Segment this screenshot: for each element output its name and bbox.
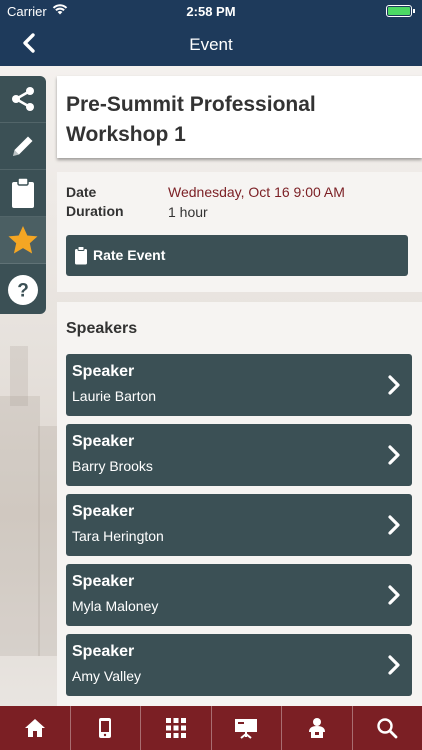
speaker-name: Amy Valley [72, 668, 141, 684]
rate-event-label: Rate Event [93, 247, 166, 263]
share-button[interactable] [0, 76, 46, 123]
page-title: Event [189, 35, 233, 54]
duration-value: 1 hour [168, 204, 208, 220]
speaker-row[interactable]: Speaker Tara Herington [66, 494, 412, 556]
speaker-row[interactable]: Speaker Barry Brooks [66, 424, 412, 486]
chevron-right-icon [388, 445, 400, 465]
event-title-card: Pre-Summit Professional Workshop 1 [57, 76, 422, 158]
share-icon [12, 87, 34, 111]
chevron-right-icon [388, 655, 400, 675]
speaker-name: Barry Brooks [72, 458, 153, 474]
event-details-panel: Date Wednesday, Oct 16 9:00 AM Duration … [57, 172, 422, 292]
bottom-tab-bar [0, 706, 422, 750]
speaker-role: Speaker [72, 363, 135, 380]
help-icon: ? [8, 274, 38, 305]
chevron-right-icon [388, 515, 400, 535]
speaker-name: Tara Herington [72, 528, 164, 544]
presentation-icon [235, 719, 258, 739]
speaker-role: Speaker [72, 573, 135, 590]
speaker-row[interactable]: Speaker Laurie Barton [66, 354, 412, 416]
date-label: Date [66, 184, 97, 200]
mobile-icon [99, 718, 112, 738]
chevron-right-icon [388, 375, 400, 395]
search-icon [377, 718, 398, 739]
top-bar: Carrier 2:58 PM Event [0, 0, 422, 66]
speakers-panel: Speakers Speaker Laurie Barton Speaker B… [57, 302, 422, 706]
speaker-role: Speaker [72, 643, 135, 660]
speaker-role: Speaker [72, 503, 135, 520]
help-button[interactable]: ? [0, 266, 46, 313]
event-title: Pre-Summit Professional Workshop 1 [66, 93, 316, 146]
tab-grid[interactable] [141, 706, 212, 750]
tab-home[interactable] [0, 706, 71, 750]
date-value: Wednesday, Oct 16 9:00 AM [168, 184, 345, 200]
favorite-button[interactable] [0, 217, 46, 264]
tab-mobile[interactable] [71, 706, 141, 750]
speaker-icon [308, 718, 325, 738]
speaker-row[interactable]: Speaker Amy Valley [66, 634, 412, 696]
svg-text:?: ? [17, 280, 29, 301]
battery-icon [386, 5, 415, 17]
speaker-name: Laurie Barton [72, 388, 157, 404]
speaker-name: Myla Maloney [72, 598, 159, 614]
action-toolbar: ? [0, 76, 46, 314]
status-bar: Carrier 2:58 PM [0, 0, 422, 22]
speakers-heading: Speakers [66, 320, 138, 337]
home-icon [24, 719, 45, 737]
duration-label: Duration [66, 203, 124, 219]
clipboard-icon [75, 246, 87, 265]
speaker-role: Speaker [72, 433, 135, 450]
pencil-icon [13, 136, 33, 156]
tab-presentation[interactable] [212, 706, 282, 750]
notes-button[interactable] [0, 123, 46, 170]
clipboard-button[interactable] [0, 170, 46, 217]
rate-event-button[interactable]: Rate Event [66, 235, 408, 276]
tab-search[interactable] [353, 706, 422, 750]
speaker-row[interactable]: Speaker Myla Maloney [66, 564, 412, 626]
star-icon [8, 226, 38, 254]
chevron-right-icon [388, 585, 400, 605]
tab-speakers[interactable] [282, 706, 353, 750]
clipboard-icon [12, 177, 34, 208]
grid-icon [165, 718, 186, 738]
clock: 2:58 PM [186, 4, 236, 19]
